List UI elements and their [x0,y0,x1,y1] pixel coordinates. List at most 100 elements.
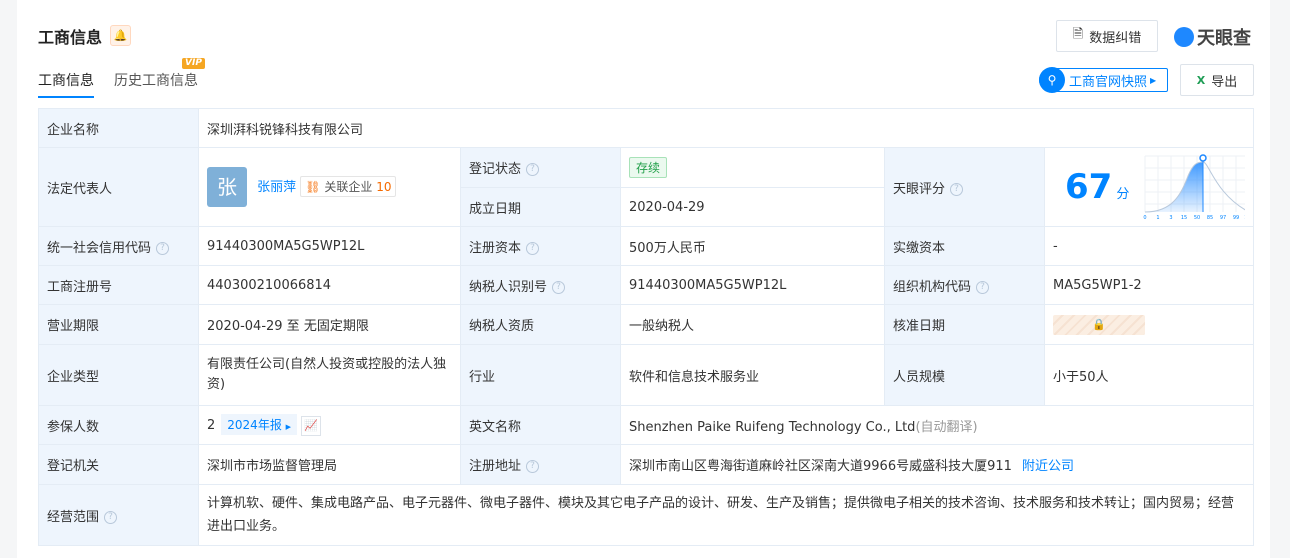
label: 注册地址? [460,444,621,485]
company-name: 深圳湃科锐锋科技有限公司 [197,108,1255,148]
label: 行业 [460,344,621,406]
axis-tick: 15 [1181,215,1187,220]
label-text: 经营范围 [47,509,100,525]
axis-tick: 50 [1194,215,1200,220]
help-icon[interactable]: ? [104,510,118,524]
annual-report-link[interactable]: 2024年报 ▶ [221,414,298,436]
label-text: 注册资本 [469,240,522,256]
snapshot-label: 工商官网快照 [1069,74,1148,90]
found-date: 2020-04-29 [620,187,885,227]
table-row: 参保人数 2 2024年报 ▶ 📈 英文名称 Shenzhen Paike Rui… [38,405,1255,445]
label: 纳税人识别号? [460,265,621,305]
status-badge: 存续 [629,157,668,178]
axis-tick: 97 [1220,215,1226,220]
reg-status-cell: 存续 [620,147,885,188]
score-cell: 67 分 0 1 3 15 50 85 97 99 [1043,147,1255,227]
label: 成立日期 [460,187,621,227]
help-icon[interactable]: ? [976,280,990,294]
table-row: 工商注册号 440300210066814 纳税人识别号? 91440300MA… [38,265,1255,305]
address-cell: 深圳市南山区粤海街道麻岭社区深南大道9966号威盛科技大厦911 附近公司 [619,444,1255,485]
axis-tick: 0 [1144,215,1147,220]
company-type: 有限责任公司(自然人投资或控股的法人独资) [198,344,461,406]
legal-rep-name-link[interactable]: 张丽萍 [257,180,296,195]
label-text: 纳税人识别号 [469,279,548,295]
lock-icon: 🔒 [1092,317,1106,331]
related-label: 关联企业 [324,179,373,194]
table-row: 登记机关 深圳市市场监督管理局 注册地址? 深圳市南山区粤海街道麻岭社区深南大道… [38,444,1255,485]
excel-icon: X [1196,73,1206,87]
help-icon[interactable]: ? [950,182,964,196]
label: 企业类型 [38,344,199,406]
snapshot-button[interactable]: ⚲ 工商官网快照 ▶ [1039,67,1168,93]
export-label: 导出 [1211,74,1238,90]
label: 法定代表人 [38,147,199,227]
label: 工商注册号 [38,265,199,305]
vip-badge: VIP [182,58,205,69]
help-icon[interactable]: ? [156,241,170,255]
table-row: 统一社会信用代码? 91440300MA5G5WP12L 注册资本? 500万人… [38,226,1255,266]
paid-capital: - [1043,226,1255,266]
axis-tick: 3 [1170,215,1173,220]
data-correction-button[interactable]: 🗎 数据纠错 [1056,20,1158,52]
help-icon[interactable]: ? [526,460,540,473]
help-icon[interactable]: ? [526,241,540,255]
label: 天眼评分? [884,147,1045,227]
label-text: 天眼评分 [893,181,946,197]
label: 纳税人资质 [460,304,621,345]
axis-tick: 99 [1233,215,1239,220]
document-icon: 🗎 [1072,27,1084,42]
help-icon[interactable]: ? [526,163,540,176]
label: 人员规模 [884,344,1045,406]
label-text: 注册地址 [469,459,522,474]
reg-authority: 深圳市市场监督管理局 [198,444,461,485]
insured-count: 2 [207,418,216,434]
industry: 软件和信息技术服务业 [620,344,885,406]
table-row: 企业名称 深圳湃科锐锋科技有限公司 [38,108,1255,148]
business-info-panel: 工商信息 🔔 工商信息 历史工商信息 VIP 🗎 数据纠错 天眼查 ⚲ 工商官网快照… [17,0,1270,558]
export-button[interactable]: X 导出 [1180,64,1254,96]
label-text: 组织机构代码 [893,279,972,295]
tab-history-business-info[interactable]: 历史工商信息 [114,70,198,90]
help-icon[interactable]: ? [552,280,566,294]
tab-business-info[interactable]: 工商信息 [38,70,94,98]
approve-date-cell: 🔒 [1043,304,1255,345]
label: 登记机关 [38,444,199,485]
tax-id: 91440300MA5G5WP12L [620,265,885,305]
nearby-companies-link[interactable]: 附近公司 [1022,459,1074,474]
label: 营业期限 [38,304,199,345]
table-row: 企业类型 有限责任公司(自然人投资或控股的法人独资) 行业 软件和信息技术服务业… [38,344,1255,406]
axis-tick: 1 [1157,215,1160,220]
business-term: 2020-04-29 至 无固定期限 [198,304,461,345]
table-row: 经营范围? 计算机软、硬件、集成电路产品、电子元器件、微电子器件、模块及其它电子… [38,484,1255,546]
label: 经营范围? [38,484,199,546]
bell-icon[interactable]: 🔔 [110,25,131,46]
label: 实缴资本 [884,226,1045,266]
stamp-icon: ⚲ [1039,67,1065,93]
business-scope: 计算机软、硬件、集成电路产品、电子元器件、微电子器件、模块及其它电子产品的设计、… [197,484,1255,546]
label-text: 登记状态 [469,162,522,177]
trend-chart-icon[interactable]: 📈 [301,415,322,436]
reg-no: 440300210066814 [198,265,461,305]
locked-vip-content[interactable]: 🔒 [1053,314,1145,335]
english-name: Shenzhen Paike Ruifeng Technology Co., L… [629,419,916,435]
data-correction-label: 数据纠错 [1089,30,1142,46]
label: 统一社会信用代码? [38,226,199,266]
legal-rep-cell: 张 张丽萍 ⛓ 关联企业 10 [198,147,461,227]
label: 登记状态? [460,147,621,188]
label: 企业名称 [38,108,199,148]
section-title: 工商信息 [38,28,103,47]
label: 英文名称 [460,405,621,445]
caret-right-icon: ▶ [285,423,292,432]
related-companies-button[interactable]: ⛓ 关联企业 10 [300,175,397,197]
label: 组织机构代码? [884,265,1045,305]
reg-capital: 500万人民币 [620,226,885,266]
related-count: 10 [376,179,392,194]
business-info-table: 企业名称 深圳湃科锐锋科技有限公司 法定代表人 张 张丽萍 ⛓ 关联企业 10 … [38,108,1255,546]
score-marker [1199,154,1208,162]
english-name-cell: Shenzhen Paike Ruifeng Technology Co., L… [619,405,1255,445]
logo-text: 天眼查 [1197,28,1251,49]
annual-report-label: 2024年报 [227,418,282,433]
staff-size: 小于50人 [1043,344,1255,406]
insured-cell: 2 2024年报 ▶ 📈 [198,405,461,445]
label: 核准日期 [884,304,1045,345]
